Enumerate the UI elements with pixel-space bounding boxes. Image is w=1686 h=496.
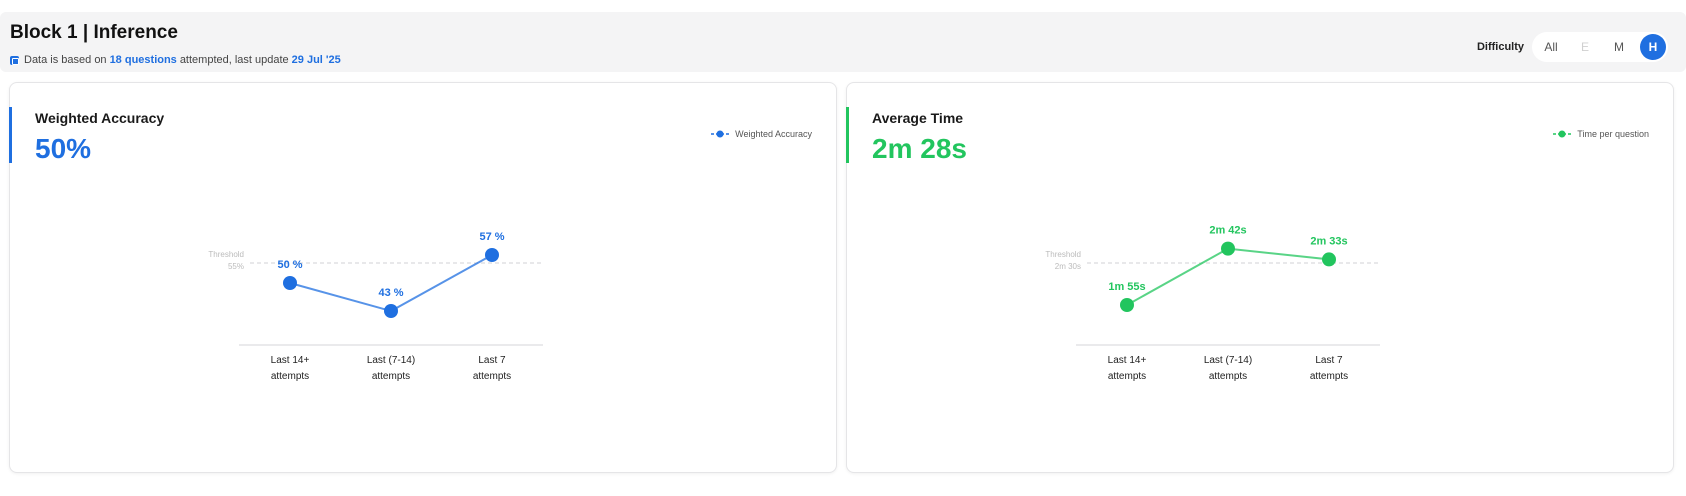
data-label: 43 % xyxy=(378,287,403,299)
x-tick-label: Last 7 xyxy=(478,355,506,366)
x-tick-label: Last (7-14) xyxy=(367,355,415,366)
data-label: 57 % xyxy=(479,231,504,243)
difficulty-toggle: All E M H xyxy=(1532,32,1668,62)
data-label: 2m 33s xyxy=(1310,235,1347,247)
difficulty-filter: Difficulty All E M H xyxy=(1477,32,1668,62)
data-info-mid: attempted, last update xyxy=(179,54,289,66)
data-point xyxy=(485,248,499,262)
data-point xyxy=(1322,252,1336,267)
page-title: Block 1 | Inference xyxy=(10,22,178,43)
difficulty-option-hard[interactable]: H xyxy=(1640,34,1666,60)
time-chart: Threshold 2m 30s 1m 55s 2m 42s 2m 33s Last 14… xyxy=(1045,225,1381,382)
data-info-prefix: Data is based on xyxy=(24,54,107,66)
threshold-value: 2m 30s xyxy=(1055,262,1081,271)
x-tick-label: attempts xyxy=(372,371,410,382)
x-tick-label: attempts xyxy=(1209,371,1247,382)
x-tick-label: Last 14+ xyxy=(1108,355,1147,366)
threshold-value: 55% xyxy=(228,262,244,271)
data-label: 50 % xyxy=(277,259,302,271)
difficulty-option-easy[interactable]: E xyxy=(1568,34,1602,60)
page-header: Block 1 | Inference Data is based on 18 … xyxy=(0,12,1686,72)
questions-count: 18 questions xyxy=(109,54,177,66)
threshold-label: Threshold xyxy=(1045,250,1081,259)
accuracy-chart: Threshold 55% 50 % 43 % 57 % Last 14+ attempts… xyxy=(208,231,544,382)
difficulty-option-all[interactable]: All xyxy=(1534,34,1568,60)
data-point xyxy=(1120,298,1134,312)
time-card: Average Time 2m 28s Time per question Th… xyxy=(846,82,1674,473)
last-update-date: 29 Jul '25 xyxy=(291,54,341,66)
x-tick-label: Last (7-14) xyxy=(1204,355,1252,366)
x-tick-label: Last 7 xyxy=(1315,355,1343,366)
data-point xyxy=(1221,241,1235,256)
x-tick-label: attempts xyxy=(473,371,511,382)
data-label: 2m 42s xyxy=(1209,225,1246,237)
series-line xyxy=(1126,247,1330,306)
accuracy-card: Weighted Accuracy 50% Weighted Accuracy … xyxy=(9,82,837,473)
data-label: 1m 55s xyxy=(1108,281,1145,293)
x-tick-label: Last 14+ xyxy=(271,355,310,366)
data-info-line: Data is based on 18 questions attempted,… xyxy=(10,54,344,66)
difficulty-option-medium[interactable]: M xyxy=(1602,34,1636,60)
x-tick-label: attempts xyxy=(1108,371,1146,382)
calendar-icon xyxy=(10,55,19,65)
threshold-label: Threshold xyxy=(208,250,244,259)
data-point xyxy=(283,276,297,290)
x-tick-label: attempts xyxy=(1310,371,1348,382)
x-tick-label: attempts xyxy=(271,371,309,382)
difficulty-label: Difficulty xyxy=(1476,41,1524,53)
data-point xyxy=(384,304,398,318)
